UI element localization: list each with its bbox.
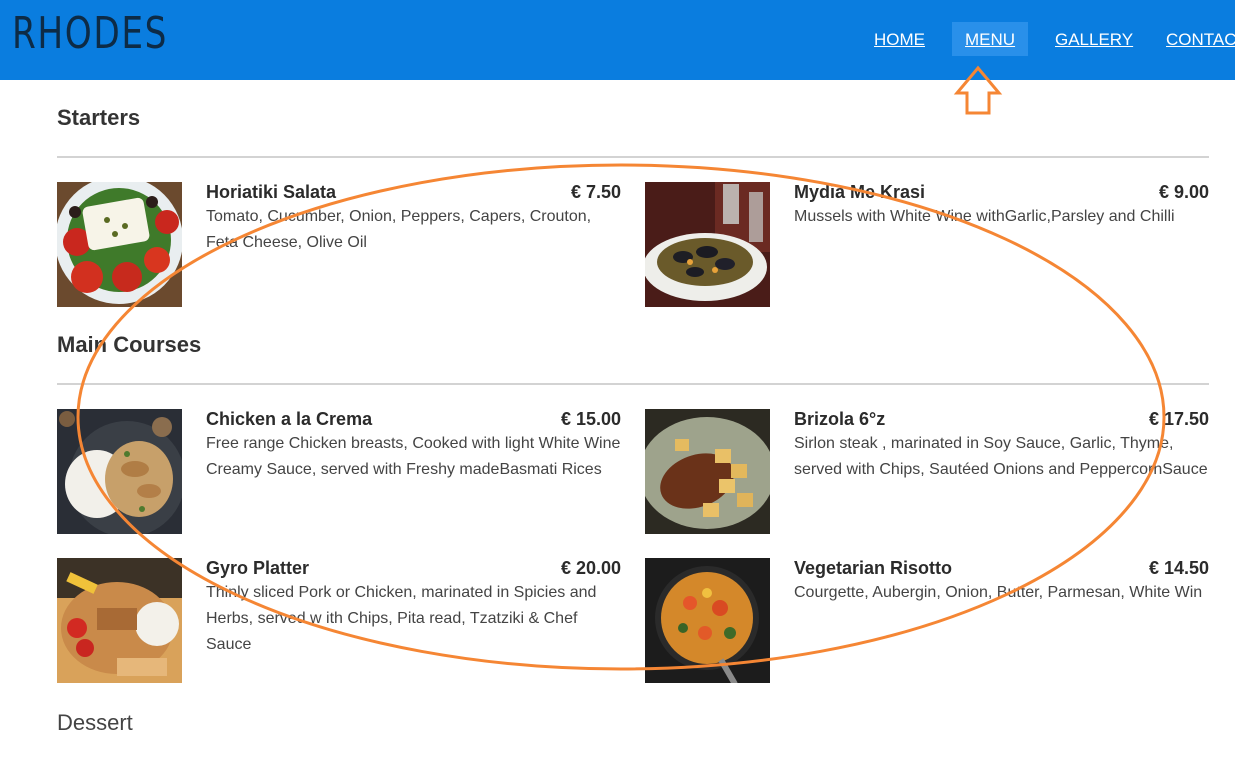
dish-photo-risotto <box>645 558 770 683</box>
dish-price: € 15.00 <box>560 409 621 429</box>
section-divider <box>57 156 1209 158</box>
menu-item-brizola: Brizola 6°z € 17.50 Sirlon steak , marin… <box>645 409 1209 535</box>
section-divider <box>57 383 1209 385</box>
dish-price: € 7.50 <box>570 182 621 202</box>
dish-photo-salad <box>57 182 182 307</box>
nav-contact-link[interactable]: CONTAC <box>1166 22 1235 56</box>
dish-description: Sirlon steak , marinated in Soy Sauce, G… <box>794 435 1208 478</box>
nav-menu-link[interactable]: MENU <box>952 22 1029 56</box>
dish-name: Vegetarian Risotto <box>794 558 953 578</box>
dish-name: Chicken a la Crema <box>206 409 373 429</box>
dish-name: Gyro Platter <box>206 558 310 578</box>
dish-name: Horiatiki Salata <box>206 182 337 202</box>
menu-item-mydia-me-krasi: Mydia Me Krasi € 9.00 Mussels with White… <box>645 182 1209 308</box>
dish-price: € 20.00 <box>560 558 621 578</box>
dish-description: Tomato, Cucumber, Onion, Peppers, Capers… <box>206 208 592 251</box>
dish-photo-mussels <box>645 182 770 307</box>
section-title-starters: Starters <box>57 105 141 130</box>
dish-photo-gyro <box>57 558 182 683</box>
dish-price: € 9.00 <box>1158 182 1209 202</box>
dish-photo-chicken <box>57 409 182 534</box>
dish-price: € 14.50 <box>1148 558 1209 578</box>
section-title-dessert: Dessert <box>57 710 133 735</box>
section-title-main-courses: Main Courses <box>57 332 202 357</box>
dish-description: Courgette, Aubergin, Onion, Butter, Parm… <box>794 584 1203 601</box>
menu-item-gyro-platter: Gyro Platter € 20.00 Thinly sliced Pork … <box>57 558 621 684</box>
nav-home-link[interactable]: HOME <box>874 22 925 56</box>
dish-description: Free range Chicken breasts, Cooked with … <box>206 435 621 478</box>
site-header: RHODES HOME MENU GALLERY CONTAC <box>0 0 1235 80</box>
menu-item-chicken-a-la-crema: Chicken a la Crema € 15.00 Free range Ch… <box>57 409 621 535</box>
nav-gallery-link[interactable]: GALLERY <box>1055 22 1133 56</box>
main-nav: HOME MENU GALLERY CONTAC <box>0 22 1235 58</box>
dish-price: € 17.50 <box>1148 409 1209 429</box>
menu-item-vegetarian-risotto: Vegetarian Risotto € 14.50 Courgette, Au… <box>645 558 1209 684</box>
menu-item-horiatiki-salata: Horiatiki Salata € 7.50 Tomato, Cucumber… <box>57 182 621 308</box>
dish-description: Mussels with White Wine withGarlic,Parsl… <box>794 208 1175 225</box>
dish-description: Thinly sliced Pork or Chicken, marinated… <box>206 584 597 653</box>
dish-name: Brizola 6°z <box>794 409 886 429</box>
dish-name: Mydia Me Krasi <box>794 182 926 202</box>
dish-photo-steak <box>645 409 770 534</box>
